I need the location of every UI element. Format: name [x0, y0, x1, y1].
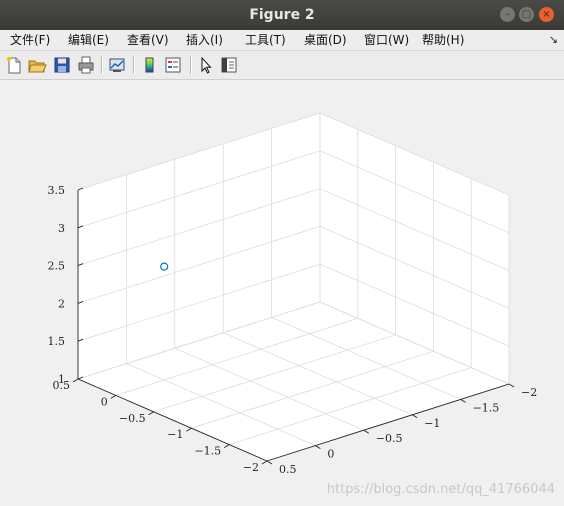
toolbar: [0, 51, 564, 80]
figure-window: Figure 2 – □ × 文件(F) 编辑(E) 查看(V) 插入(I) 工…: [0, 0, 564, 506]
menu-help[interactable]: 帮助(H): [422, 30, 464, 50]
print-icon[interactable]: [76, 55, 96, 75]
y-tick-label: −2: [521, 386, 537, 399]
y-tick-label: −1.5: [473, 401, 500, 414]
axes-3d[interactable]: −2−1.5−1−0.500.5−2−1.5−1−0.500.511.522.5…: [0, 80, 564, 506]
menu-insert[interactable]: 插入(I): [186, 30, 223, 50]
x-tick: [110, 395, 117, 399]
y-tick-label: −1: [424, 417, 440, 430]
figure-canvas[interactable]: −2 −1.5 −1 −0.5 0 0.5 −2 −1.5 −1 −0.5 0 0.5 1 1.5 2 2.5…: [0, 80, 564, 506]
y-tick: [315, 445, 321, 449]
x-tick: [72, 378, 79, 383]
toolbar-separator: [101, 56, 103, 74]
toolbar-separator: [190, 56, 192, 74]
property-inspector-icon[interactable]: [219, 55, 239, 75]
x-tick-label: −0.5: [119, 412, 146, 425]
menu-tools[interactable]: 工具(T): [245, 30, 286, 50]
edit-plot-arrow-icon[interactable]: [196, 55, 216, 75]
link-plot-icon[interactable]: [107, 55, 127, 75]
z-tick-label: 1.5: [48, 335, 66, 348]
x-tick-label: −2: [243, 461, 259, 474]
y-tick: [363, 429, 370, 434]
menu-window[interactable]: 窗口(W): [364, 30, 409, 50]
insert-colorbar-icon[interactable]: [140, 55, 160, 75]
x-tick: [223, 444, 230, 448]
y-tick: [411, 414, 418, 419]
toolbar-separator: [133, 56, 135, 74]
z-tick-label: 1: [58, 373, 65, 386]
y-tick: [508, 383, 515, 388]
x-tick: [148, 411, 154, 416]
window-title: Figure 2: [249, 7, 315, 23]
open-file-icon[interactable]: [27, 55, 47, 75]
menu-desktop[interactable]: 桌面(D): [304, 30, 347, 50]
x-tick-label: −1: [167, 428, 183, 441]
y-tick-label: 0.5: [279, 463, 297, 476]
new-figure-icon[interactable]: [4, 55, 24, 75]
menu-bar: 文件(F) 编辑(E) 查看(V) 插入(I) 工具(T) 桌面(D) 窗口(W…: [0, 30, 564, 51]
x-tick-label: 0: [101, 395, 108, 408]
menu-file[interactable]: 文件(F): [10, 30, 50, 50]
z-tick-label: 2: [58, 297, 65, 310]
menu-overflow-icon[interactable]: ↘: [549, 30, 558, 50]
y-tick: [460, 399, 466, 403]
title-bar[interactable]: Figure 2 – □ ×: [0, 0, 564, 30]
x-tick: [261, 460, 268, 465]
menu-view[interactable]: 查看(V): [127, 30, 169, 50]
y-tick-label: −0.5: [376, 432, 403, 445]
z-tick-label: 3: [58, 222, 65, 235]
y-tick-label: 0: [327, 448, 334, 461]
z-tick-label: 2.5: [48, 260, 66, 273]
y-tick: [266, 460, 273, 465]
x-tick: [186, 427, 192, 432]
menu-edit[interactable]: 编辑(E): [68, 30, 109, 50]
close-button[interactable]: ×: [539, 7, 554, 22]
watermark-text: https://blog.csdn.net/qq_41766044: [327, 482, 555, 497]
save-icon[interactable]: [52, 55, 72, 75]
z-tick-label: 3.5: [48, 184, 66, 197]
maximize-button[interactable]: □: [519, 7, 534, 22]
insert-legend-icon[interactable]: [163, 55, 183, 75]
minimize-button[interactable]: –: [500, 7, 515, 22]
x-tick-label: −1.5: [194, 445, 221, 458]
